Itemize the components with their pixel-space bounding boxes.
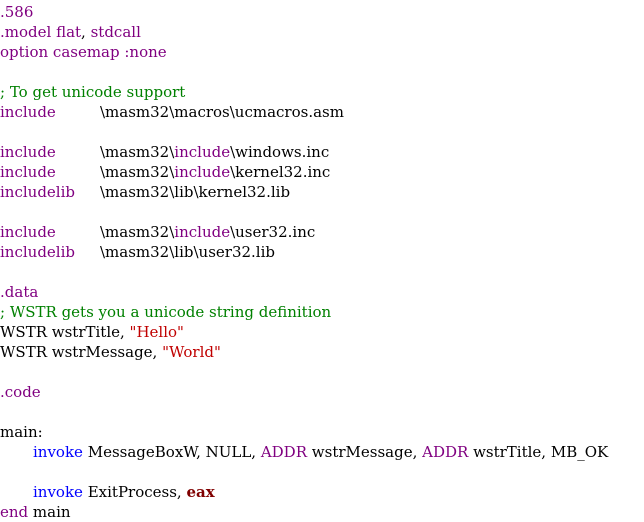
code-token: ADDR: [422, 443, 469, 461]
code-token: include: [174, 163, 231, 181]
code-line[interactable]: .data: [0, 282, 608, 302]
code-line[interactable]: main:: [0, 422, 608, 442]
code-token: \user32.inc: [230, 223, 316, 241]
code-token: \masm32\macros\ucmacros.asm: [100, 103, 344, 121]
code-token: wstrMessage,: [307, 443, 423, 461]
code-line[interactable]: invoke MessageBoxW, NULL, ADDR wstrMessa…: [0, 442, 608, 462]
code-token: ; To get unicode support: [0, 83, 186, 101]
code-token: eax: [186, 483, 215, 501]
code-token: \masm32\: [100, 163, 175, 181]
code-line[interactable]: include \masm32\include\windows.inc: [0, 142, 608, 162]
code-token: option casemap :none: [0, 43, 167, 61]
code-token: wstrTitle, MB_OK: [468, 443, 609, 461]
code-token: MessageBoxW, NULL,: [82, 443, 261, 461]
code-token: \masm32\lib\user32.lib: [100, 243, 275, 261]
code-line[interactable]: WSTR wstrTitle, "Hello": [0, 322, 608, 342]
code-line[interactable]: [0, 362, 608, 382]
code-line[interactable]: end main: [0, 502, 608, 522]
code-token: \masm32\: [100, 223, 175, 241]
code-line[interactable]: ; WSTR gets you a unicode string definit…: [0, 302, 608, 322]
code-line[interactable]: [0, 62, 608, 82]
code-token: end: [0, 503, 29, 521]
code-token: \kernel32.inc: [230, 163, 331, 181]
code-token: include: [0, 163, 56, 181]
code-token: include: [0, 143, 56, 161]
code-token: .model flat: [0, 23, 82, 41]
code-token: invoke: [33, 483, 83, 501]
code-line[interactable]: include \masm32\macros\ucmacros.asm: [0, 102, 608, 122]
code-token: include: [0, 223, 56, 241]
code-token: \masm32\lib\kernel32.lib: [100, 183, 291, 201]
code-token: ADDR: [260, 443, 308, 461]
code-line[interactable]: [0, 202, 608, 222]
code-token: .code: [0, 383, 41, 401]
code-line[interactable]: .model flat, stdcall: [0, 22, 608, 42]
code-line[interactable]: [0, 122, 608, 142]
code-token: WSTR wstrTitle,: [0, 323, 130, 341]
code-line[interactable]: WSTR wstrMessage, "World": [0, 342, 608, 362]
code-token: main: [28, 503, 71, 521]
code-token: include: [174, 223, 231, 241]
code-token: \masm32\: [100, 143, 175, 161]
code-line[interactable]: [0, 402, 608, 422]
code-token: "Hello": [129, 323, 184, 341]
code-line[interactable]: option casemap :none: [0, 42, 608, 62]
code-token: includelib: [0, 243, 75, 261]
code-editor[interactable]: .586 .model flat, stdcall option casemap :…: [0, 2, 608, 522]
code-line[interactable]: include \masm32\include\kernel32.inc: [0, 162, 608, 182]
code-token: .586: [0, 3, 34, 21]
code-token: include: [174, 143, 231, 161]
code-token: WSTR wstrMessage,: [0, 343, 163, 361]
code-line[interactable]: [0, 462, 608, 482]
code-token: ExitProcess,: [82, 483, 187, 501]
code-token: ; WSTR gets you a unicode string definit…: [0, 303, 332, 321]
code-token: .data: [0, 283, 39, 301]
code-token: includelib: [0, 183, 75, 201]
code-line[interactable]: .586: [0, 2, 608, 22]
code-token: ,: [81, 23, 91, 41]
code-token: "World": [162, 343, 221, 361]
code-token: main:: [0, 423, 43, 441]
code-line[interactable]: ; To get unicode support: [0, 82, 608, 102]
code-token: stdcall: [90, 23, 141, 41]
code-line[interactable]: includelib \masm32\lib\kernel32.lib: [0, 182, 608, 202]
code-line[interactable]: include \masm32\include\user32.inc: [0, 222, 608, 242]
code-token: include: [0, 103, 56, 121]
code-line[interactable]: includelib \masm32\lib\user32.lib: [0, 242, 608, 262]
code-token: \windows.inc: [230, 143, 330, 161]
code-line[interactable]: .code: [0, 382, 608, 402]
code-line[interactable]: [0, 262, 608, 282]
code-token: invoke: [33, 443, 83, 461]
code-line[interactable]: invoke ExitProcess, eax: [0, 482, 608, 502]
